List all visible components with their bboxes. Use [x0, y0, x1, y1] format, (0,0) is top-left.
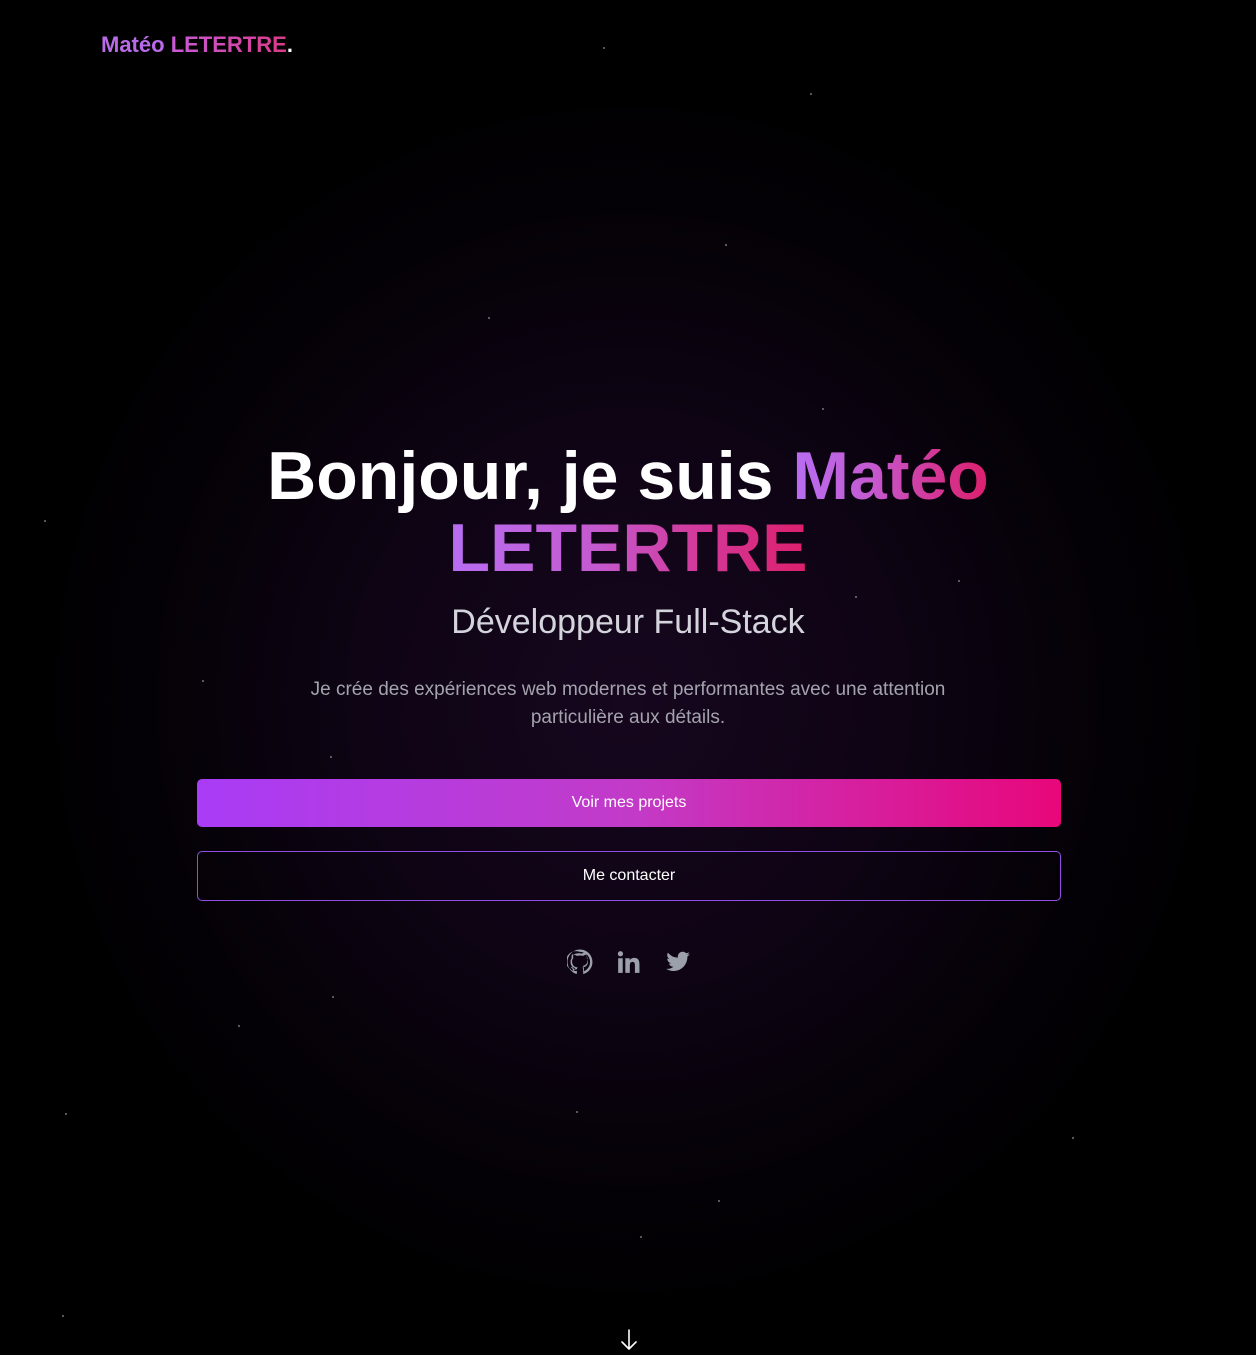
linkedin-link[interactable]	[613, 946, 645, 978]
star	[330, 756, 332, 758]
github-icon	[567, 949, 593, 974]
logo-first-name: Matéo	[101, 32, 165, 57]
star	[332, 996, 334, 998]
view-projects-button[interactable]: Voir mes projets	[197, 779, 1061, 827]
github-link[interactable]	[564, 946, 596, 978]
star	[62, 1315, 64, 1317]
star	[725, 244, 727, 246]
hero-heading: Bonjour, je suis Matéo LETERTRE	[0, 440, 1256, 584]
star	[1072, 1137, 1074, 1139]
star	[810, 93, 812, 95]
contact-button[interactable]: Me contacter	[197, 851, 1061, 901]
linkedin-icon	[617, 951, 640, 973]
hero-role: Développeur Full-Stack	[451, 603, 805, 641]
hero-name-last: LETERTRE	[448, 510, 808, 586]
hero-page: Matéo LETERTRE. Bonjour, je suis Matéo L…	[0, 0, 1256, 1355]
twitter-icon	[666, 951, 690, 971]
social-links	[564, 946, 694, 978]
hero-name-first: Matéo	[792, 438, 989, 514]
star	[822, 408, 824, 410]
logo-last-name: LETERTRE	[170, 32, 287, 57]
star	[718, 1200, 720, 1202]
star	[65, 1113, 67, 1115]
star	[640, 1236, 642, 1238]
star	[488, 317, 490, 319]
hero-greeting: Bonjour, je suis	[267, 438, 774, 514]
scroll-down-indicator[interactable]	[618, 1328, 640, 1352]
twitter-link[interactable]	[662, 946, 694, 978]
logo-dot: .	[286, 32, 293, 57]
hero-description: Je crée des expériences web modernes et …	[310, 679, 946, 728]
site-logo[interactable]: Matéo LETERTRE.	[101, 32, 293, 58]
star	[576, 1111, 578, 1113]
star	[202, 680, 204, 682]
star	[603, 47, 605, 49]
arrow-down-icon	[621, 1329, 637, 1350]
star	[855, 596, 857, 598]
star	[238, 1025, 240, 1027]
